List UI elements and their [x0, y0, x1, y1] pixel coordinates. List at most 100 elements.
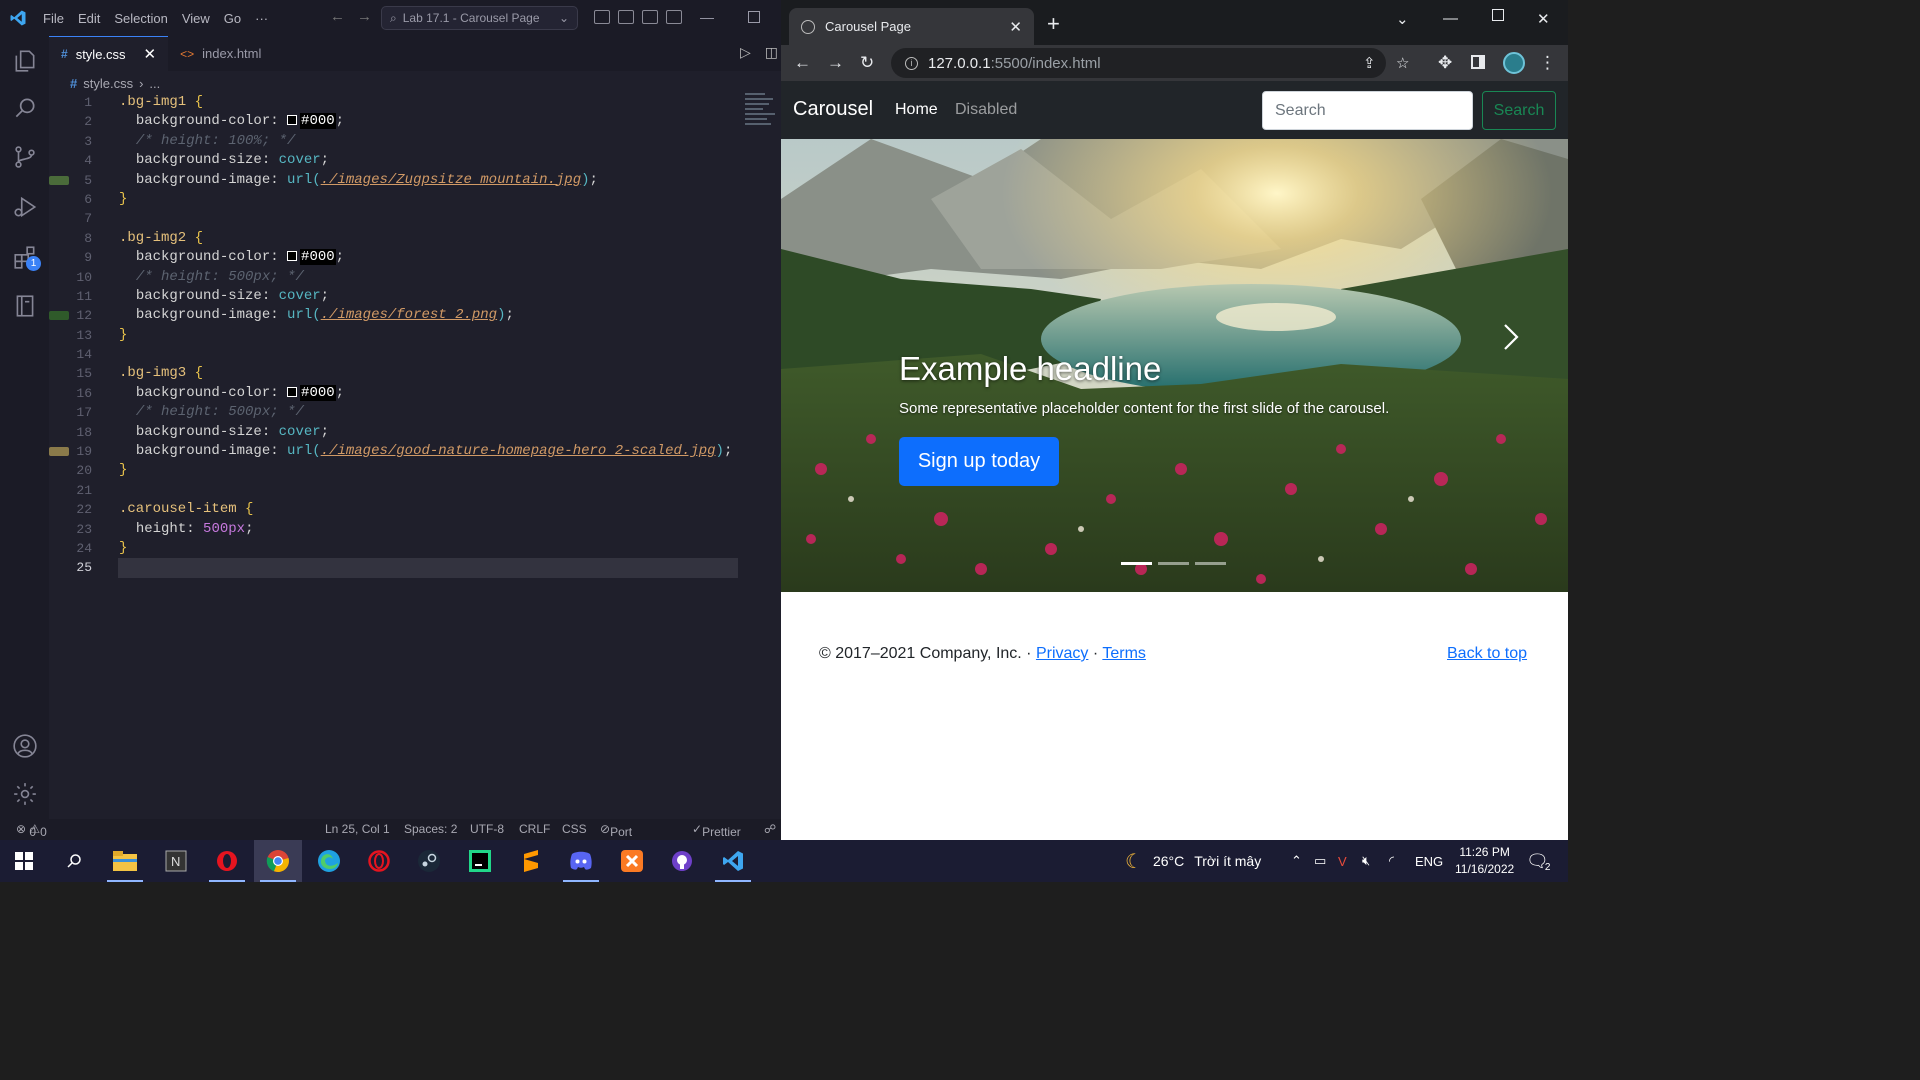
tab-index-html[interactable]: <> index.html: [168, 36, 273, 71]
clock[interactable]: 11:26 PM 11/16/2022: [1455, 840, 1514, 882]
code-line[interactable]: 14: [49, 345, 781, 364]
explorer-icon[interactable]: [12, 48, 38, 74]
weather-widget[interactable]: ☾ 26°C Trời ít mây: [1125, 840, 1261, 882]
image-preview-icon[interactable]: [49, 447, 69, 457]
code-line[interactable]: 4 background-size: cover;: [49, 151, 781, 170]
code-line[interactable]: 1 .bg-img1 {: [49, 93, 781, 112]
code-line[interactable]: 17 /* height: 500px; */: [49, 403, 781, 422]
code-line[interactable]: 25: [49, 558, 781, 578]
account-icon[interactable]: [12, 733, 38, 759]
profile-avatar[interactable]: [1503, 52, 1525, 74]
breadcrumb-symbol[interactable]: ...: [149, 76, 160, 91]
site-info-icon[interactable]: i: [905, 56, 918, 70]
code-line[interactable]: 21: [49, 481, 781, 500]
xampp-icon[interactable]: [608, 840, 656, 882]
minimize-icon[interactable]: —: [1443, 10, 1458, 27]
settings-gear-icon[interactable]: [12, 781, 38, 807]
language-mode[interactable]: CSS: [562, 822, 587, 836]
encoding[interactable]: UTF-8: [470, 822, 504, 836]
tab-search-icon[interactable]: ⌄: [1396, 10, 1409, 28]
forward-icon[interactable]: →: [827, 53, 844, 73]
run-debug-icon[interactable]: [12, 194, 38, 220]
language-indicator[interactable]: ENG: [1415, 840, 1443, 882]
toggle-panel-icon[interactable]: [618, 10, 634, 24]
code-line[interactable]: 12 background-image: url(./images/forest…: [49, 306, 781, 325]
image-preview-icon[interactable]: [49, 311, 69, 321]
menu-edit[interactable]: Edit: [71, 11, 107, 26]
code-line[interactable]: 20}: [49, 461, 781, 480]
prettier-status[interactable]: ✓ Prettier: [692, 822, 741, 839]
close-window-icon[interactable]: ✕: [1537, 10, 1550, 28]
image-preview-icon[interactable]: [49, 175, 69, 185]
chrome-icon[interactable]: [254, 840, 302, 882]
sublime-icon[interactable]: [507, 840, 555, 882]
code-line[interactable]: 18 background-size: cover;: [49, 423, 781, 442]
split-editor-icon[interactable]: ◫: [765, 44, 778, 61]
github-desktop-icon[interactable]: [658, 840, 706, 882]
menu-view[interactable]: View: [175, 11, 217, 26]
close-tab-icon[interactable]: ✕: [1009, 18, 1022, 36]
code-line[interactable]: 10 /* height: 500px; */: [49, 268, 781, 287]
code-line[interactable]: 6}: [49, 190, 781, 209]
unikey-icon[interactable]: V: [1338, 840, 1347, 882]
browser-tab[interactable]: Carousel Page ✕: [789, 8, 1034, 45]
code-line[interactable]: 16 background-color: #000;: [49, 384, 781, 403]
minimize-icon[interactable]: —: [700, 9, 714, 25]
search-input[interactable]: Search: [1262, 91, 1473, 130]
code-line[interactable]: 9 background-color: #000;: [49, 248, 781, 267]
search-icon[interactable]: [50, 840, 98, 882]
command-center[interactable]: ⌕ Lab 17.1 - Carousel Page ⌄: [381, 6, 578, 30]
edge-icon[interactable]: [305, 840, 353, 882]
notion-icon[interactable]: N: [152, 840, 200, 882]
code-line[interactable]: 5 background-image: url(./images/Zugpsit…: [49, 171, 781, 190]
cursor-position[interactable]: Ln 25, Col 1: [325, 822, 390, 836]
vscode-taskbar-icon[interactable]: [709, 840, 757, 882]
start-windows-icon[interactable]: [0, 840, 48, 882]
nav-back-icon[interactable]: ←: [330, 8, 345, 25]
maximize-icon[interactable]: [748, 11, 760, 23]
opera-icon[interactable]: [203, 840, 251, 882]
minimap[interactable]: [745, 93, 777, 135]
tab-style-css[interactable]: # style.css ✕: [49, 36, 169, 71]
toggle-secondary-sidebar-icon[interactable]: [642, 10, 658, 24]
nav-link-home[interactable]: Home: [895, 101, 938, 119]
notifications-icon[interactable]: 🗨︎ 2: [1526, 840, 1558, 882]
code-line[interactable]: 11 background-size: cover;: [49, 287, 781, 306]
menu-selection[interactable]: Selection: [107, 11, 174, 26]
menu-kebab-icon[interactable]: ⋮: [1539, 53, 1556, 73]
line-ending[interactable]: CRLF: [519, 822, 550, 836]
signup-button[interactable]: Sign up today: [899, 437, 1059, 486]
share-icon[interactable]: ⇪: [1363, 54, 1376, 72]
code-line[interactable]: 24}: [49, 539, 781, 558]
code-line[interactable]: 7: [49, 209, 781, 228]
code-line[interactable]: 19 background-image: url(./images/good-n…: [49, 442, 781, 461]
indentation[interactable]: Spaces: 2: [404, 822, 457, 836]
menu-file[interactable]: File: [36, 11, 71, 26]
address-bar[interactable]: i 127.0.0.1 :5500/index.html ⇪ ☆: [891, 48, 1409, 78]
privacy-link[interactable]: Privacy: [1036, 645, 1088, 662]
extensions-puzzle-icon[interactable]: ✥: [1438, 53, 1452, 73]
menu-go[interactable]: Go: [217, 11, 248, 26]
side-panel-icon[interactable]: [1471, 55, 1485, 69]
carousel-indicator-3[interactable]: [1195, 562, 1226, 565]
code-line[interactable]: 3 /* height: 100%; */: [49, 132, 781, 151]
customize-layout-icon[interactable]: [666, 10, 682, 24]
maximize-icon[interactable]: [1492, 9, 1504, 21]
breadcrumb-file[interactable]: style.css: [83, 76, 133, 91]
notebook-icon[interactable]: [12, 293, 38, 319]
volume-mute-icon[interactable]: 🔇︎: [1362, 840, 1370, 882]
run-icon[interactable]: ▷: [740, 44, 751, 61]
code-line[interactable]: 13}: [49, 326, 781, 345]
search-button[interactable]: Search: [1482, 91, 1556, 130]
new-tab-icon[interactable]: +: [1047, 13, 1060, 35]
discord-icon[interactable]: [557, 840, 605, 882]
close-icon[interactable]: ✕: [144, 45, 157, 63]
opera-gx-icon[interactable]: [355, 840, 403, 882]
wifi-icon[interactable]: ◜: [1389, 840, 1394, 882]
chevron-up-icon[interactable]: ⌃: [1291, 840, 1302, 882]
file-explorer-icon[interactable]: [101, 840, 149, 882]
code-line[interactable]: 8 .bg-img2 {: [49, 229, 781, 248]
carousel-next-icon[interactable]: [1496, 322, 1526, 352]
pycharm-icon[interactable]: [456, 840, 504, 882]
carousel-indicator-1[interactable]: [1121, 562, 1152, 565]
